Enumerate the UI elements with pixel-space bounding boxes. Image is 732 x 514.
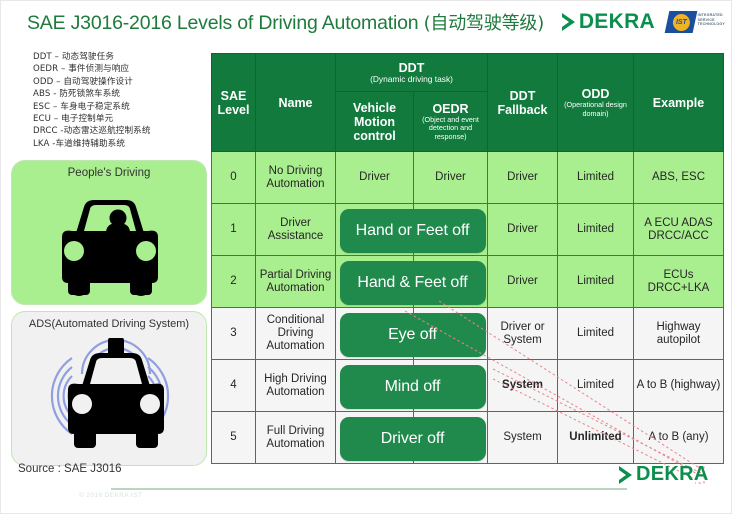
header-oedr-title: OEDR xyxy=(432,102,469,117)
header-example: Example xyxy=(633,53,724,152)
header-sae-level: SAE Level xyxy=(211,53,256,152)
dekra-chevron-icon xyxy=(619,465,632,484)
dekra-logo-header: DEKRA xyxy=(561,10,655,34)
header-odd: ODD (Operational design domain) xyxy=(557,53,634,152)
cell-name: No Driving Automation xyxy=(255,151,336,204)
cell-ddt-fallback: Driver xyxy=(487,255,558,308)
dekra-wordmark: DEKRA xyxy=(636,463,709,485)
header-odd-title: ODD xyxy=(581,87,610,102)
slide-header: SAE J3016-2016 Levels of Driving Automat… xyxy=(1,1,731,43)
cell-name: Full Driving Automation xyxy=(255,411,336,464)
cell-sae-level: 4 xyxy=(211,359,256,412)
header-oedr-subtitle: (Object and event detection and response… xyxy=(422,115,479,141)
dekra-logo-footer: DEKRA xyxy=(619,463,709,486)
header-ddt-fallback: DDT Fallback xyxy=(487,53,558,152)
cell-name: Driver Assistance xyxy=(255,203,336,256)
header-vehicle-motion-line3: control xyxy=(353,128,396,143)
cell-name: Partial Driving Automation xyxy=(255,255,336,308)
page-title: SAE J3016-2016 Levels of Driving Automat… xyxy=(27,9,544,35)
cell-name: High Driving Automation xyxy=(255,359,336,412)
header-ddt-fallback-line2: Fallback xyxy=(497,102,548,117)
ist-tagline: INTEGRATED SERVICE TECHNOLOGY xyxy=(698,13,725,27)
header-vehicle-motion-control: Vehicle Motion control xyxy=(335,91,414,152)
cell-oedr: Driver xyxy=(413,151,488,204)
ist-badge-logo: IST INTEGRATED SERVICE TECHNOLOGY xyxy=(664,11,725,33)
ist-letters: IST xyxy=(675,18,687,26)
abbreviation-item: DDT – 动态驾驶任务 xyxy=(33,52,115,62)
panel-ads: ADS(Automated Driving System) xyxy=(11,311,207,466)
cell-example: Highway autopilot xyxy=(633,307,724,360)
header-ddt-title: DDT xyxy=(398,60,425,75)
overlay-pill-5: Driver off xyxy=(339,416,486,461)
cell-ddt-fallback: System xyxy=(487,411,558,464)
cell-sae-level: 1 xyxy=(211,203,256,256)
page-title-cjk: (自动驾驶等级) xyxy=(423,13,545,34)
page-title-en: SAE J3016-2016 Levels of Driving Automat… xyxy=(27,12,424,34)
header-sae-level-line1: SAE xyxy=(220,88,247,103)
abbreviation-legend: DDT – 动态驾驶任务 OEDR – 事件侦测与响应 ODD – 自动驾驶操作… xyxy=(33,51,151,150)
cell-odd: Unlimited xyxy=(557,411,634,464)
cell-vehicle-motion-control: Driver xyxy=(335,151,414,204)
abbreviation-item: ODD – 自动驾驶操作设计 xyxy=(33,76,133,87)
cell-sae-level: 3 xyxy=(211,307,256,360)
overlay-pill-4: Mind off xyxy=(339,364,486,409)
ist-tagline-line1: INTEGRATED xyxy=(697,13,723,17)
table-header-row-1: SAE Level Name DDT (Dynamic driving task… xyxy=(211,53,724,152)
panel-peoples-driving-label: People's Driving xyxy=(67,167,151,179)
overlay-pill-3: Eye off xyxy=(339,312,486,357)
autonomous-car-icon xyxy=(68,338,164,448)
car-with-driver-icon xyxy=(62,200,158,296)
cell-ddt-fallback: Driver or System xyxy=(487,307,558,360)
table-header: SAE Level Name DDT (Dynamic driving task… xyxy=(211,53,724,152)
table-row: 0 No Driving Automation Driver Driver Driver… xyxy=(211,151,724,204)
source-note: Source : SAE J3016 xyxy=(18,463,122,475)
cell-name: Conditional Driving Automation xyxy=(255,307,336,360)
cell-odd: Limited xyxy=(557,203,634,256)
header-name: Name xyxy=(255,53,336,152)
header-ddt-fallback-line1: DDT xyxy=(509,88,536,103)
ist-circle-icon: IST xyxy=(672,13,690,31)
abbreviation-item: LKA -车道维持辅助系统 xyxy=(33,138,126,149)
abbreviation-item: ECU – 电子控制单元 xyxy=(33,114,114,125)
dekra-wordmark: DEKRA xyxy=(578,10,655,33)
header-sae-level-line2: Level xyxy=(217,102,250,117)
cell-example: A ECU ADAS DRCC/ACC xyxy=(633,203,724,256)
overlay-pill-2: Hand & Feet off xyxy=(339,260,486,305)
header-oedr: OEDR (Object and event detection and res… xyxy=(413,91,488,152)
abbreviation-item: DRCC -动态雷达巡航控制系统 xyxy=(33,126,151,137)
footer-divider xyxy=(111,488,627,490)
cell-sae-level: 0 xyxy=(211,151,256,204)
ist-tagline-line3: TECHNOLOGY xyxy=(697,22,725,27)
cell-odd: Limited xyxy=(557,151,634,204)
cell-odd: Limited xyxy=(557,307,634,360)
cell-odd: Limited xyxy=(557,359,634,412)
cell-sae-level: 5 xyxy=(211,411,256,464)
cell-example: A to B (any) xyxy=(633,411,724,464)
cell-ddt-fallback: System xyxy=(487,359,558,412)
cell-odd: Limited xyxy=(557,255,634,308)
cell-example: ABS, ESC xyxy=(633,151,724,204)
cell-ddt-fallback: Driver xyxy=(487,151,558,204)
dekra-chevron-icon xyxy=(561,13,575,31)
header-ddt-group: DDT (Dynamic driving task) xyxy=(335,53,488,92)
header-vehicle-motion-line1: Vehicle xyxy=(352,100,397,115)
abbreviation-item: ESC – 车身电子稳定系统 xyxy=(33,101,130,112)
copyright-notice: © 2016 DEKRA IST xyxy=(79,492,143,499)
cell-example: ECUs DRCC+LKA xyxy=(633,255,724,308)
overlay-pill-1: Hand or Feet off xyxy=(339,208,486,253)
abbreviation-item: ABS - 防死锁煞车系统 xyxy=(33,89,121,100)
header-ddt-subtitle: (Dynamic driving task) xyxy=(370,73,453,84)
header-odd-subtitle: (Operational design domain) xyxy=(564,100,627,118)
cell-sae-level: 2 xyxy=(211,255,256,308)
slide-canvas: SAE J3016-2016 Levels of Driving Automat… xyxy=(0,0,732,514)
abbreviation-item: OEDR – 事件侦测与响应 xyxy=(33,64,130,75)
header-vehicle-motion-line2: Motion xyxy=(354,114,395,129)
cell-example: A to B (highway) xyxy=(633,359,724,412)
cell-ddt-fallback: Driver xyxy=(487,203,558,256)
ist-parallelogram-icon: IST xyxy=(664,11,697,33)
panel-peoples-driving: People's Driving xyxy=(11,160,207,305)
